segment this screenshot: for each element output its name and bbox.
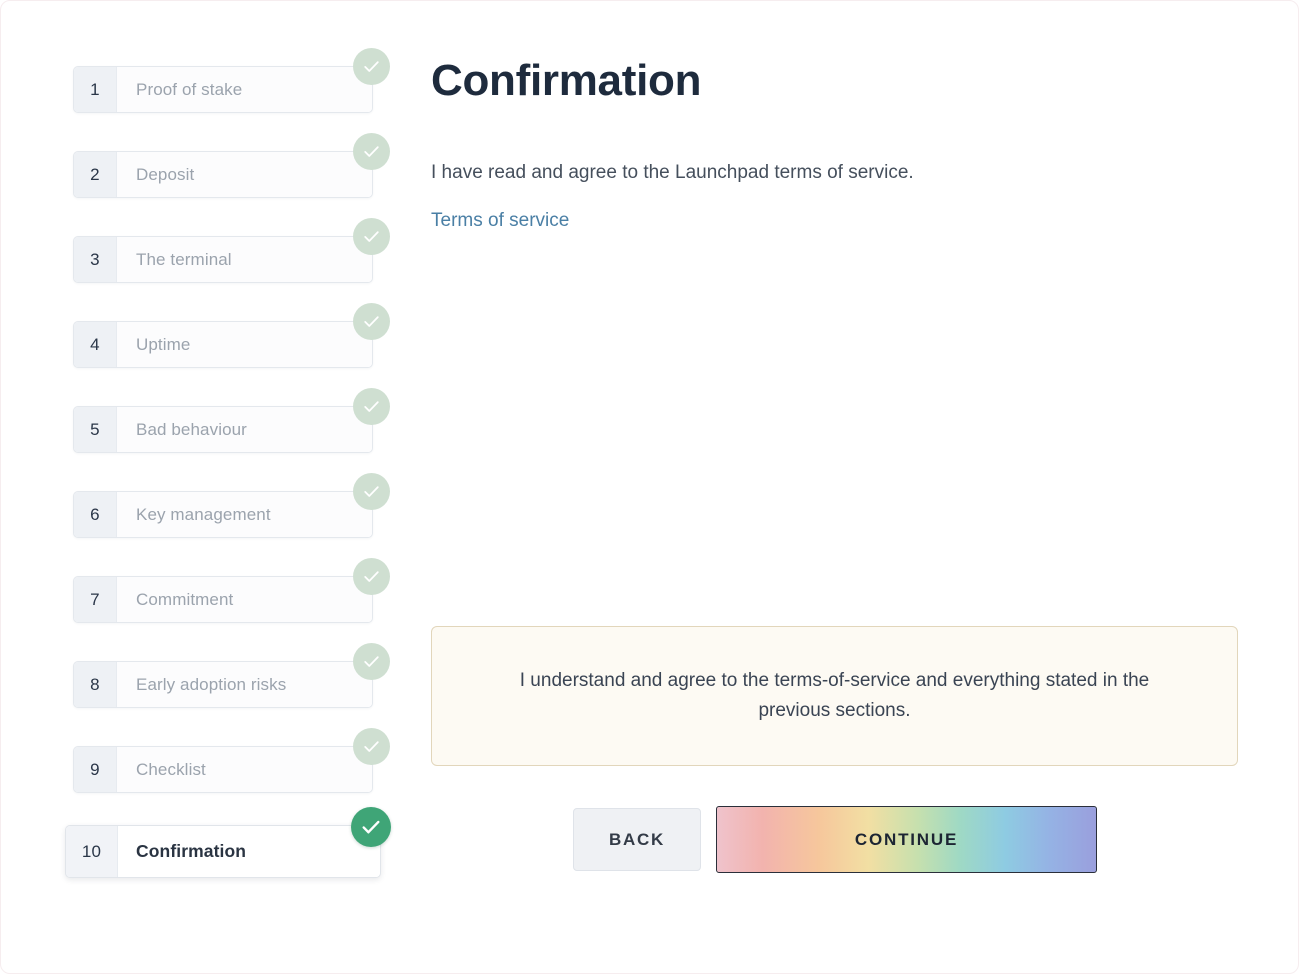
terms-of-service-link[interactable]: Terms of service xyxy=(431,210,569,232)
step-label: Uptime xyxy=(117,322,372,367)
step-label: Checklist xyxy=(117,747,372,792)
sidebar-step-key-management[interactable]: 6 Key management xyxy=(73,491,373,538)
check-icon xyxy=(362,312,381,331)
sidebar-step-commitment[interactable]: 7 Commitment xyxy=(73,576,373,623)
step-row: 7 Commitment xyxy=(63,558,393,651)
check-icon xyxy=(362,142,381,161)
step-complete-badge xyxy=(353,643,390,680)
step-complete-badge xyxy=(353,728,390,765)
wizard-page: 1 Proof of stake 2 Deposit 3 The termina… xyxy=(0,0,1299,974)
step-label: Bad behaviour xyxy=(117,407,372,452)
check-icon xyxy=(362,397,381,416)
check-icon xyxy=(362,57,381,76)
step-complete-badge xyxy=(353,388,390,425)
agreement-notice-text: I understand and agree to the terms-of-s… xyxy=(519,669,1150,721)
step-label: Commitment xyxy=(117,577,372,622)
back-button[interactable]: BACK xyxy=(573,808,701,871)
sidebar-step-confirmation[interactable]: 10 Confirmation xyxy=(65,825,381,878)
step-row: 3 The terminal xyxy=(63,218,393,311)
step-complete-badge xyxy=(353,558,390,595)
sidebar-step-the-terminal[interactable]: 3 The terminal xyxy=(73,236,373,283)
check-icon xyxy=(362,567,381,586)
step-complete-badge xyxy=(353,48,390,85)
step-label: Early adoption risks xyxy=(117,662,372,707)
step-active-badge xyxy=(351,807,391,847)
step-number: 5 xyxy=(74,407,117,452)
main-content: Confirmation I have read and agree to th… xyxy=(431,56,1246,873)
step-row: 4 Uptime xyxy=(63,303,393,396)
step-row: 1 Proof of stake xyxy=(63,48,393,141)
step-number: 6 xyxy=(74,492,117,537)
check-icon xyxy=(362,737,381,756)
sidebar-step-early-adoption-risks[interactable]: 8 Early adoption risks xyxy=(73,661,373,708)
step-label: Key management xyxy=(117,492,372,537)
step-label: The terminal xyxy=(117,237,372,282)
step-row: 2 Deposit xyxy=(63,133,393,226)
check-icon xyxy=(362,652,381,671)
action-bar: BACK CONTINUE xyxy=(573,806,1097,873)
continue-button[interactable]: CONTINUE xyxy=(716,806,1097,873)
step-row: 5 Bad behaviour xyxy=(63,388,393,481)
step-number: 1 xyxy=(74,67,117,112)
sidebar-step-bad-behaviour[interactable]: 5 Bad behaviour xyxy=(73,406,373,453)
step-number: 8 xyxy=(74,662,117,707)
check-icon xyxy=(360,816,382,838)
step-number: 7 xyxy=(74,577,117,622)
step-complete-badge xyxy=(353,303,390,340)
step-complete-badge xyxy=(353,473,390,510)
step-label: Confirmation xyxy=(118,826,380,877)
check-icon xyxy=(362,227,381,246)
step-number: 4 xyxy=(74,322,117,367)
intro-paragraph: I have read and agree to the Launchpad t… xyxy=(431,161,914,183)
step-label: Deposit xyxy=(117,152,372,197)
sidebar-step-deposit[interactable]: 2 Deposit xyxy=(73,151,373,198)
step-complete-badge xyxy=(353,218,390,255)
step-number: 3 xyxy=(74,237,117,282)
check-icon xyxy=(362,482,381,501)
step-complete-badge xyxy=(353,133,390,170)
step-number: 9 xyxy=(74,747,117,792)
sidebar-step-uptime[interactable]: 4 Uptime xyxy=(73,321,373,368)
step-progress-rail: 1 Proof of stake 2 Deposit 3 The termina… xyxy=(63,48,393,878)
page-title: Confirmation xyxy=(431,56,702,105)
step-row: 8 Early adoption risks xyxy=(63,643,393,736)
step-label: Proof of stake xyxy=(117,67,372,112)
step-number: 2 xyxy=(74,152,117,197)
agreement-notice-box: I understand and agree to the terms-of-s… xyxy=(431,626,1238,766)
step-row: 9 Checklist xyxy=(63,728,393,821)
sidebar-step-proof-of-stake[interactable]: 1 Proof of stake xyxy=(73,66,373,113)
sidebar-step-checklist[interactable]: 9 Checklist xyxy=(73,746,373,793)
step-number: 10 xyxy=(66,826,118,877)
step-row: 6 Key management xyxy=(63,473,393,566)
